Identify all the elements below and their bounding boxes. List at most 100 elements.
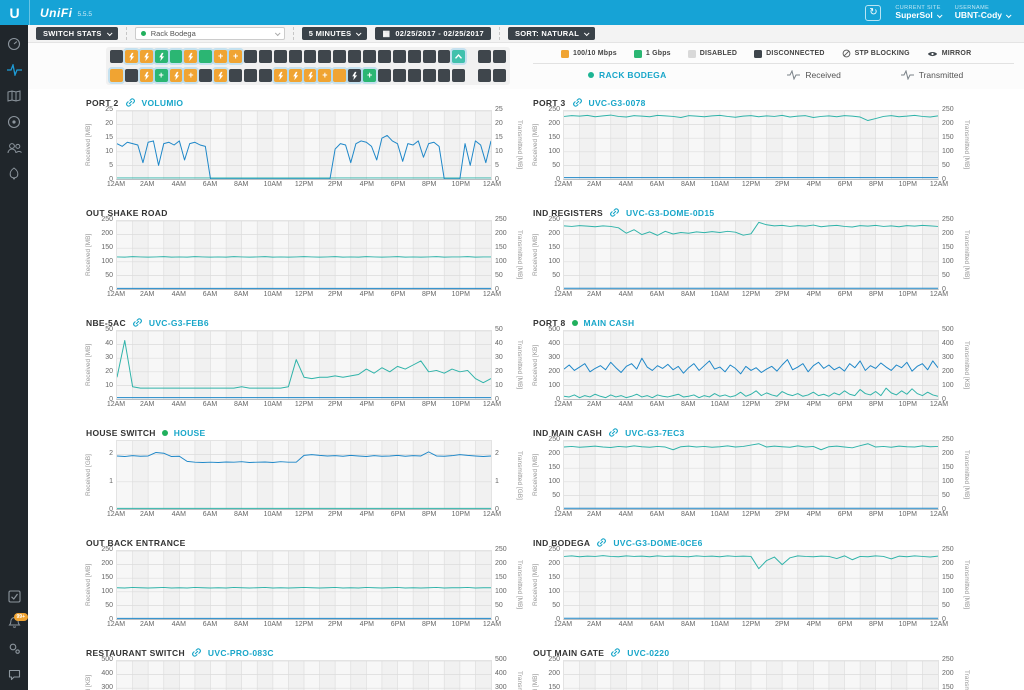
port-square[interactable]: + [214, 50, 227, 63]
port-square[interactable] [478, 50, 491, 63]
port-square[interactable]: + [155, 69, 168, 82]
port-square[interactable] [140, 69, 153, 82]
received-legend[interactable]: Received [787, 70, 900, 80]
port-square[interactable] [348, 50, 361, 63]
port-square[interactable] [140, 50, 153, 63]
port-square[interactable] [304, 69, 317, 82]
port-square[interactable] [393, 69, 406, 82]
chart-plot[interactable] [563, 220, 939, 290]
port-square[interactable] [170, 50, 183, 63]
chart-plot[interactable] [116, 660, 492, 690]
sidebar-item-insights[interactable] [0, 163, 28, 189]
sidebar-item-devices[interactable] [0, 111, 28, 137]
chart-plot[interactable] [563, 660, 939, 690]
port-square[interactable] [423, 50, 436, 63]
device-select[interactable]: Rack Bodega [135, 27, 285, 40]
port-square[interactable] [125, 50, 138, 63]
port-square[interactable]: + [229, 50, 242, 63]
current-site-selector[interactable]: CURRENT SITE SuperSol [895, 5, 940, 20]
port-square[interactable] [259, 69, 272, 82]
port-square[interactable] [289, 50, 302, 63]
device-link[interactable]: UVC-G3-0078 [589, 98, 646, 108]
device-link[interactable]: HOUSE [174, 428, 206, 438]
port-square[interactable] [363, 50, 376, 63]
sidebar-item-map[interactable] [0, 85, 28, 111]
port-square[interactable] [423, 69, 436, 82]
interval-dropdown[interactable]: 5 MINUTES [302, 27, 368, 40]
port-square[interactable] [318, 50, 331, 63]
chart-plot[interactable] [563, 330, 939, 400]
switch-stats-dropdown[interactable]: SWITCH STATS [36, 27, 118, 40]
device-link[interactable]: VOLUMIO [142, 98, 184, 108]
port-square[interactable] [274, 69, 287, 82]
port-square[interactable] [408, 50, 421, 63]
port-square[interactable] [214, 69, 227, 82]
port-square[interactable] [493, 50, 506, 63]
sidebar-item-events[interactable] [0, 586, 28, 612]
sidebar-item-alerts[interactable]: 99+ [0, 612, 28, 638]
port-square[interactable] [452, 50, 465, 63]
sidebar-item-clients[interactable] [0, 137, 28, 163]
chart-plot[interactable] [116, 220, 492, 290]
x-tick-label: 12AM [483, 291, 501, 298]
chart-plot[interactable] [563, 110, 939, 180]
chart-plot[interactable] [116, 550, 492, 620]
port-square[interactable] [274, 50, 287, 63]
port-square[interactable] [493, 69, 506, 82]
port-square[interactable] [184, 50, 197, 63]
port-square[interactable] [289, 69, 302, 82]
device-link[interactable]: UVC-G3-DOME-0CE6 [613, 538, 702, 548]
y-tick-label: 150 [495, 244, 507, 251]
port-square[interactable] [378, 69, 391, 82]
port-square[interactable] [244, 69, 257, 82]
port-square[interactable] [244, 50, 257, 63]
sidebar-item-chat[interactable] [0, 664, 28, 690]
site-legend[interactable]: RACK BODEGA [588, 70, 787, 80]
port-square[interactable]: + [184, 69, 197, 82]
device-link[interactable]: UVC-G3-7EC3 [625, 428, 685, 438]
port-square[interactable] [110, 50, 123, 63]
device-link[interactable]: MAIN CASH [584, 318, 635, 328]
chart-plot[interactable] [116, 330, 492, 400]
port-square[interactable] [452, 69, 465, 82]
port-square[interactable] [438, 69, 451, 82]
refresh-icon[interactable]: ↻ [865, 5, 881, 21]
sidebar-item-dashboard[interactable] [0, 33, 28, 59]
port-square[interactable] [478, 69, 491, 82]
device-link[interactable]: UVC-G3-DOME-0D15 [626, 208, 714, 218]
port-square[interactable] [110, 69, 123, 82]
port-square[interactable] [259, 50, 272, 63]
port-square[interactable]: + [363, 69, 376, 82]
port-square[interactable] [348, 69, 361, 82]
port-square[interactable] [125, 69, 138, 82]
device-link[interactable]: UVC-0220 [627, 648, 669, 658]
chart-plot[interactable] [116, 440, 492, 510]
port-square[interactable] [229, 69, 242, 82]
chart-plot[interactable] [116, 110, 492, 180]
sidebar-item-statistics[interactable] [0, 59, 28, 85]
date-range-picker[interactable]: ▦ 02/25/2017 - 02/25/2017 [375, 27, 491, 40]
port-square[interactable] [199, 50, 212, 63]
x-tick-label: 4AM [172, 181, 186, 188]
transmitted-legend[interactable]: Transmitted [901, 70, 1014, 80]
port-square[interactable] [393, 50, 406, 63]
device-link[interactable]: UVC-G3-FEB6 [149, 318, 209, 328]
device-link[interactable]: UVC-PRO-083C [208, 648, 274, 658]
sidebar-item-settings[interactable] [0, 638, 28, 664]
port-square[interactable] [199, 69, 212, 82]
ubiquiti-logo[interactable]: U [0, 0, 30, 25]
chart-plot[interactable] [563, 440, 939, 510]
sort-dropdown[interactable]: SORT: NATURAL [508, 27, 595, 40]
port-square[interactable]: + [318, 69, 331, 82]
chart-plot[interactable] [563, 550, 939, 620]
port-square[interactable] [155, 50, 168, 63]
port-square[interactable] [170, 69, 183, 82]
port-square[interactable] [304, 50, 317, 63]
port-square[interactable] [438, 50, 451, 63]
port-square[interactable] [333, 69, 346, 82]
port-square[interactable] [378, 50, 391, 63]
port-square[interactable] [333, 50, 346, 63]
username-selector[interactable]: USERNAME UBNT-Cody [955, 5, 1010, 20]
port-square[interactable] [408, 69, 421, 82]
legend-item: 1 Gbps [634, 50, 671, 58]
